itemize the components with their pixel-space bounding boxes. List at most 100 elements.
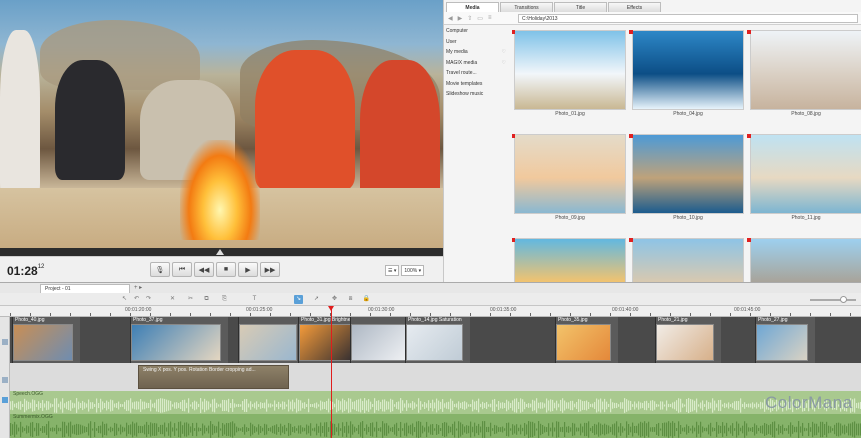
tab-media[interactable]: Media — [446, 2, 499, 12]
lock-icon[interactable]: 🔒 — [362, 295, 371, 304]
forward-icon[interactable]: ▶ — [458, 15, 463, 22]
folder-tree-item[interactable]: Slideshow music — [444, 91, 510, 102]
waveform-bar — [144, 401, 146, 410]
media-thumbnail[interactable] — [512, 238, 626, 282]
waveform-bar — [598, 422, 600, 437]
video-clip[interactable]: Photo_35.jpg — [555, 317, 618, 363]
mode-select-icon[interactable]: ↘ — [294, 295, 303, 304]
waveform-bar — [258, 404, 260, 407]
up-icon[interactable]: ⇧ — [467, 15, 472, 22]
waveform-bar — [328, 427, 330, 432]
video-clip[interactable]: Photo_37.jpg — [130, 317, 228, 363]
video-clip[interactable]: Photo_27.jpg — [755, 317, 815, 363]
view-mode-button[interactable]: ☰ ▾ — [385, 265, 400, 276]
favorite-icon[interactable]: ♡ — [502, 49, 506, 60]
waveform-bar — [170, 421, 172, 438]
undo-icon[interactable]: ↶ — [132, 295, 141, 304]
pointer-icon[interactable]: ↖ — [120, 295, 129, 304]
delete-icon[interactable]: ✕ — [168, 295, 177, 304]
waveform-bar — [822, 421, 824, 438]
speech-waveform[interactable] — [10, 397, 861, 414]
paste-icon[interactable]: ⎘ — [220, 295, 229, 304]
waveform-bar — [796, 426, 798, 433]
scene-campfire — [180, 140, 260, 240]
folder-tree-item[interactable]: MAGIX media ♡ — [444, 60, 510, 71]
mode-range-icon[interactable]: ✥ — [330, 295, 339, 304]
favorite-icon[interactable]: ♡ — [502, 60, 506, 71]
media-thumbnail[interactable]: Photo_04.jpg — [629, 30, 744, 117]
waveform-bar — [140, 425, 142, 434]
cut-icon[interactable]: ✂ — [186, 295, 195, 304]
view-icon[interactable]: ≡ — [488, 15, 492, 22]
folder-tree-item[interactable]: My media ♡ — [444, 49, 510, 60]
playhead[interactable] — [328, 306, 334, 438]
waveform-bar — [20, 421, 22, 438]
track-3-header-icon[interactable] — [2, 397, 8, 403]
waveform-bar — [376, 400, 378, 411]
media-thumbnail[interactable]: Photo_09.jpg — [512, 134, 626, 221]
media-thumbnail[interactable] — [629, 238, 744, 282]
video-clip[interactable]: Photo_40.jpg — [12, 317, 80, 363]
stop-icon[interactable]: ■ — [216, 262, 236, 277]
track-2-header-icon[interactable] — [2, 377, 8, 383]
folder-tree-item[interactable]: Travel route... — [444, 70, 510, 81]
waveform-bar — [472, 426, 474, 433]
folder-tree-item[interactable]: Movie templates — [444, 81, 510, 92]
project-tab[interactable]: Project - 01 — [40, 284, 130, 293]
microphone-icon[interactable]: 🎙 — [150, 262, 170, 277]
media-thumbnail[interactable]: Photo_10.jpg — [629, 134, 744, 221]
back-icon[interactable]: ◀ — [448, 15, 453, 22]
preview-scrubber[interactable] — [0, 248, 443, 256]
video-clip[interactable]: Photo_31.jpg Brightness Saturation — [298, 317, 360, 363]
waveform-bar — [642, 422, 644, 437]
zoom-slider-handle[interactable] — [840, 296, 847, 303]
add-project-tab[interactable]: + ▸ — [134, 284, 142, 291]
video-clip[interactable] — [350, 317, 413, 363]
folder-tree-item[interactable]: User — [444, 39, 510, 50]
play-icon[interactable]: ▶ — [238, 262, 258, 277]
copy-icon[interactable]: ⧉ — [202, 295, 211, 304]
mode-move-icon[interactable]: ➚ — [312, 295, 321, 304]
waveform-bar — [390, 398, 392, 413]
zoom-select[interactable]: 100% ▾ — [401, 265, 425, 276]
skip-start-icon[interactable]: ⏮ — [172, 262, 192, 277]
video-clip[interactable]: Photo_21.jpg — [655, 317, 721, 363]
object-clip[interactable]: Swing X pos. Y pos. Rotation Border crop… — [138, 365, 289, 389]
media-thumbnail[interactable]: Photo_01.jpg — [512, 30, 626, 117]
waveform-bar — [680, 424, 682, 435]
video-clip[interactable] — [238, 317, 304, 363]
folder-tree-item[interactable]: Computer — [444, 28, 510, 39]
mode-link-icon[interactable]: ⧈ — [346, 295, 355, 304]
path-field[interactable]: C:\Holiday\2013 — [518, 14, 858, 23]
waveform-bar — [482, 401, 484, 410]
tab-title[interactable]: Title — [554, 2, 607, 12]
tab-effects[interactable]: Effects — [608, 2, 661, 12]
playhead-handle[interactable] — [328, 306, 334, 311]
folder-icon[interactable]: ▭ — [477, 15, 483, 22]
waveform-bar — [712, 398, 714, 413]
media-thumbnail[interactable] — [747, 238, 861, 282]
waveform-bar — [532, 399, 534, 412]
fast-forward-icon[interactable]: ▶▶ — [260, 262, 280, 277]
scrubber-handle[interactable] — [216, 249, 224, 255]
media-thumbnail[interactable]: Photo_08.jpg — [747, 30, 861, 117]
music-waveform[interactable] — [10, 420, 861, 438]
waveform-bar — [436, 424, 438, 435]
waveform-bar — [448, 425, 450, 434]
rewind-icon[interactable]: ◀◀ — [194, 262, 214, 277]
waveform-bar — [534, 423, 536, 436]
preview-video-frame[interactable] — [0, 0, 443, 248]
tab-transitions[interactable]: Transitions — [500, 2, 553, 12]
waveform-bar — [560, 399, 562, 412]
text-icon[interactable]: T — [250, 295, 259, 304]
timecode-frames: 12 — [37, 264, 45, 270]
ruler-tick — [690, 313, 691, 316]
media-thumbnail[interactable]: Photo_11.jpg — [747, 134, 861, 221]
waveform-bar — [546, 427, 548, 432]
waveform-bar — [482, 421, 484, 438]
video-clip[interactable]: Photo_14.jpg Saturation — [405, 317, 470, 363]
track-1-header-icon[interactable] — [2, 339, 8, 345]
time-ruler[interactable]: 00:01:20:00 00:01:25:00 00:01:30:00 00:01:3… — [0, 306, 861, 317]
redo-icon[interactable]: ↷ — [144, 295, 153, 304]
timeline-zoom-slider[interactable] — [810, 296, 856, 303]
